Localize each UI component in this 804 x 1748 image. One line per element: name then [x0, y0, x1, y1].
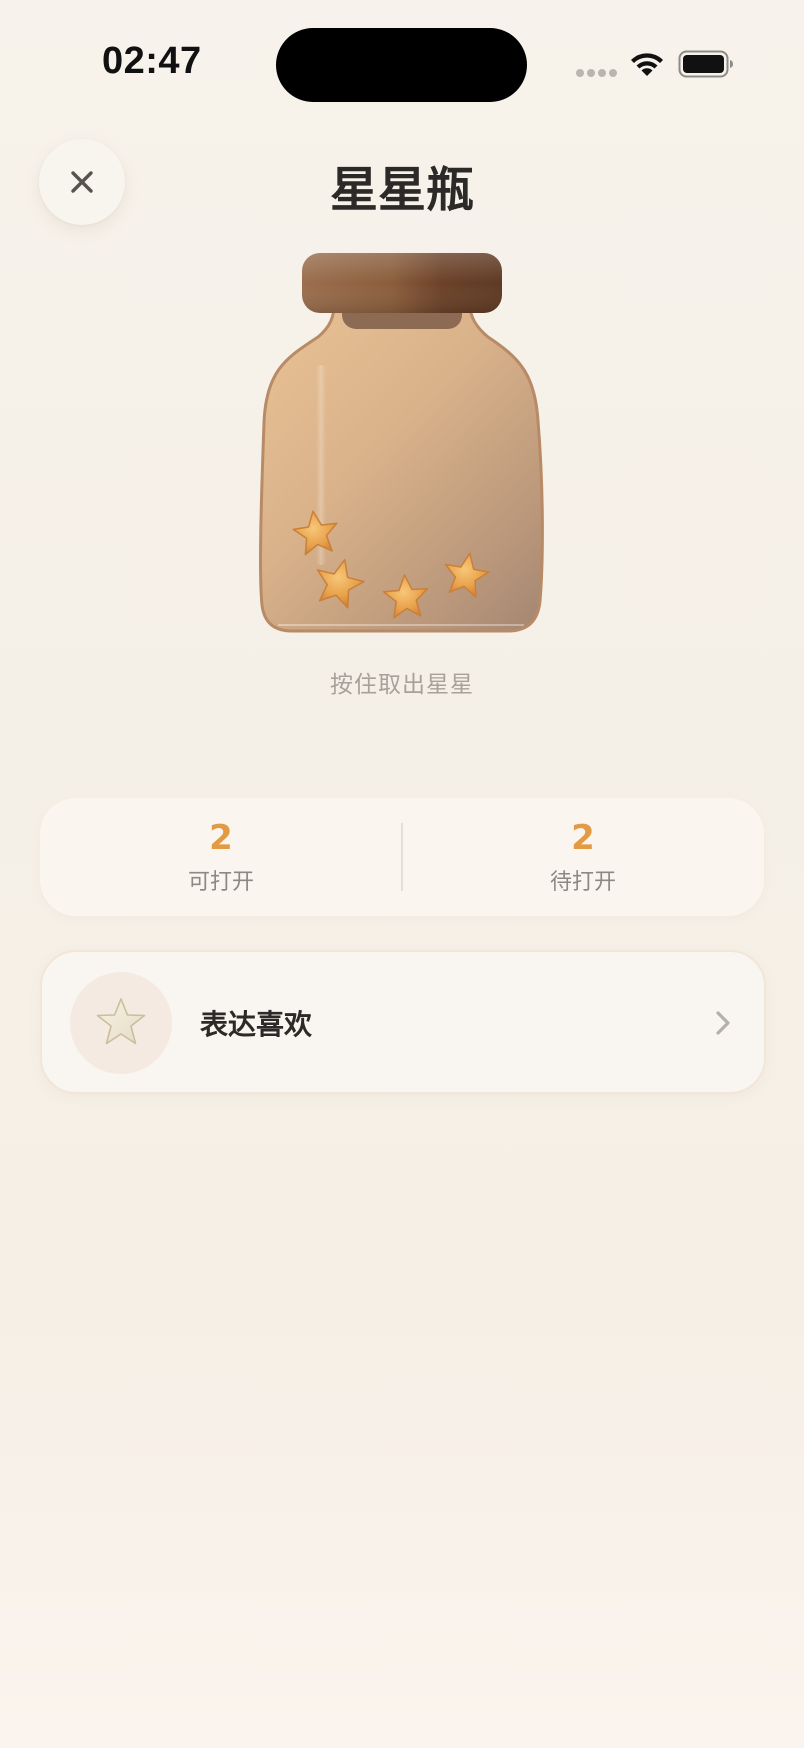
wifi-icon — [631, 53, 663, 76]
stat-available-label: 可打开 — [187, 870, 254, 895]
stats-card: 2 可打开 2 待打开 — [40, 798, 764, 916]
stat-available: 2 可打开 — [40, 798, 402, 916]
chevron-right-icon — [716, 1011, 730, 1035]
star-icon — [96, 998, 146, 1045]
stat-pending: 2 待打开 — [402, 798, 764, 916]
status-time: 02:47 — [102, 40, 202, 82]
page-title: 星星瓶 — [329, 162, 474, 218]
star-jar[interactable] — [256, 245, 548, 665]
stat-pending-label: 待打开 — [549, 870, 616, 895]
express-like-label: 表达喜欢 — [200, 1008, 313, 1041]
jar-hint: 按住取出星星 — [330, 672, 474, 698]
status-bar: 02:47 — [0, 0, 804, 130]
dynamic-island — [276, 28, 527, 102]
stat-available-value: 2 — [209, 818, 233, 858]
star-jar-screen: 02:47 星星瓶 按住取出星星 2 可打开 2 待打开 表达喜欢 — [0, 0, 804, 1748]
stat-pending-value: 2 — [571, 818, 595, 858]
cellular-signal-icon — [576, 69, 617, 77]
express-like-button[interactable]: 表达喜欢 — [40, 950, 766, 1094]
jar-illustration — [259, 253, 544, 633]
battery-icon — [678, 50, 733, 78]
action-icon-circle — [70, 972, 172, 1074]
